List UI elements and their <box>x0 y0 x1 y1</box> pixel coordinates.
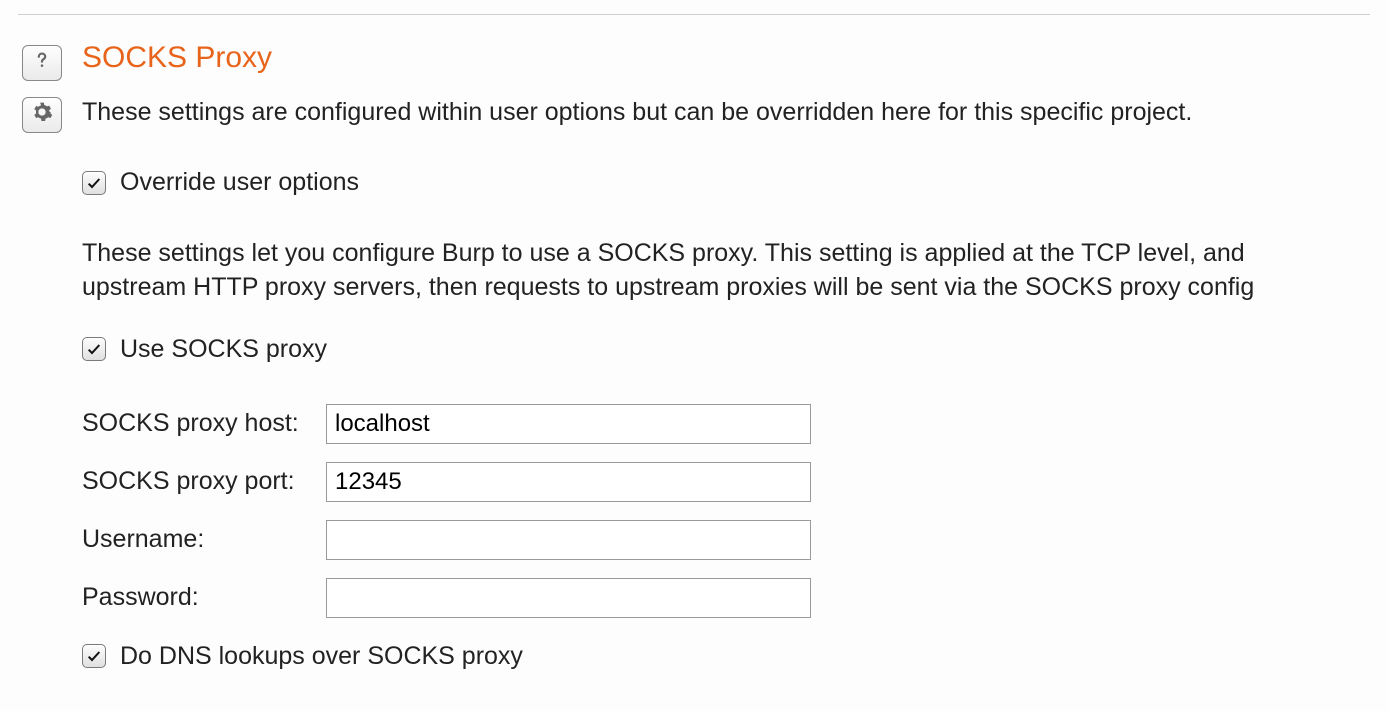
port-input[interactable] <box>326 462 811 502</box>
gear-icon <box>31 101 53 130</box>
use-socks-checkbox[interactable] <box>82 337 106 361</box>
password-label: Password: <box>82 583 326 612</box>
desc-line1: These settings let you configure Burp to… <box>82 239 1245 267</box>
desc-line2: upstream HTTP proxy servers, then reques… <box>82 273 1254 301</box>
help-icon <box>31 49 53 78</box>
override-row: Override user options <box>82 168 1362 197</box>
username-label: Username: <box>82 525 326 554</box>
section-intro: These settings are configured within use… <box>82 97 1362 128</box>
use-socks-label: Use SOCKS proxy <box>120 335 327 364</box>
section-desc: These settings let you configure Burp to… <box>82 237 1372 305</box>
form-block: SOCKS proxy host: SOCKS proxy port: User… <box>82 404 1362 618</box>
username-input[interactable] <box>326 520 811 560</box>
use-proxy-row: Use SOCKS proxy <box>82 335 1362 364</box>
host-input[interactable] <box>326 404 811 444</box>
check-icon <box>86 648 102 664</box>
help-button[interactable] <box>22 45 62 81</box>
settings-button[interactable] <box>22 97 62 133</box>
password-input[interactable] <box>326 578 811 618</box>
override-label: Override user options <box>120 168 359 197</box>
override-checkbox[interactable] <box>82 171 106 195</box>
check-icon <box>86 175 102 191</box>
dns-row: Do DNS lookups over SOCKS proxy <box>82 642 1362 671</box>
port-label: SOCKS proxy port: <box>82 467 326 496</box>
password-row: Password: <box>82 578 1362 618</box>
side-buttons <box>16 45 68 133</box>
host-row: SOCKS proxy host: <box>82 404 1362 444</box>
content: SOCKS Proxy These settings are configure… <box>68 41 1362 685</box>
socks-proxy-panel: SOCKS Proxy These settings are configure… <box>0 41 1388 685</box>
dns-label: Do DNS lookups over SOCKS proxy <box>120 642 523 671</box>
username-row: Username: <box>82 520 1362 560</box>
host-label: SOCKS proxy host: <box>82 409 326 438</box>
section-title: SOCKS Proxy <box>82 41 1362 75</box>
dns-checkbox[interactable] <box>82 644 106 668</box>
port-row: SOCKS proxy port: <box>82 462 1362 502</box>
separator <box>18 14 1370 15</box>
check-icon <box>86 341 102 357</box>
